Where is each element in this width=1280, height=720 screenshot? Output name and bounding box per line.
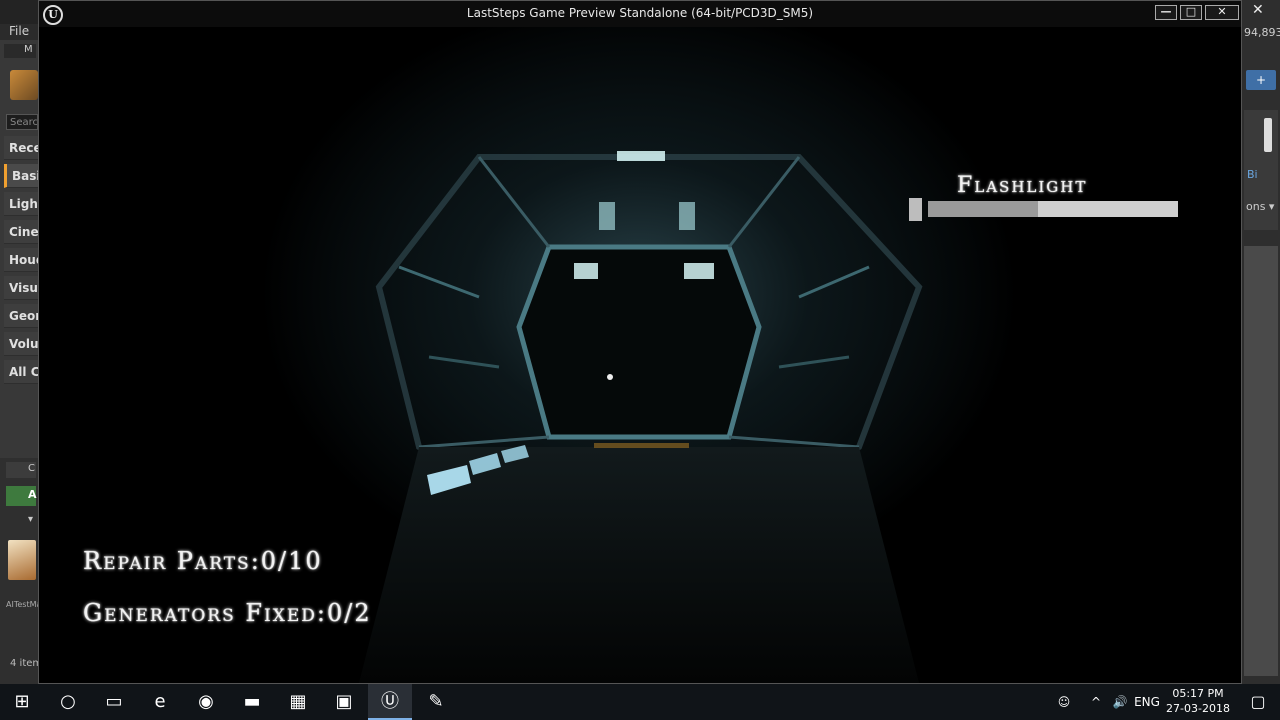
maximize-icon: □ bbox=[1185, 5, 1197, 18]
window-titlebar[interactable]: U LastSteps Game Preview Standalone (64-… bbox=[39, 1, 1241, 27]
unreal-icon[interactable]: Ⓤ bbox=[368, 684, 412, 720]
category-visual[interactable]: Visual bbox=[4, 276, 40, 300]
view-options-dropdown[interactable]: ons ▾ bbox=[1246, 200, 1274, 213]
category-geometry[interactable]: Geometry bbox=[4, 304, 40, 328]
minimize-icon: — bbox=[1160, 5, 1172, 18]
game-viewport[interactable]: Flashlight Repair Parts:0/10 Generators … bbox=[39, 27, 1241, 683]
maximize-button[interactable]: □ bbox=[1180, 5, 1202, 20]
paint-icon[interactable]: ✎ bbox=[414, 684, 458, 720]
content-browser-tab-label: C bbox=[28, 463, 35, 474]
outliner-scrollbar[interactable] bbox=[1264, 118, 1272, 152]
generators-fixed-counter: Generators Fixed:0/2 bbox=[83, 599, 372, 627]
people-icon[interactable]: ☺ bbox=[1044, 684, 1084, 720]
app-icon[interactable]: ▣ bbox=[322, 684, 366, 720]
volume-icon[interactable]: 🔊 bbox=[1108, 684, 1132, 720]
ceiling-light bbox=[574, 263, 598, 279]
store-icon[interactable]: ▦ bbox=[276, 684, 320, 720]
close-icon: ✕ bbox=[1217, 5, 1227, 18]
corridor-inner-frame bbox=[516, 244, 762, 440]
notification-icon[interactable]: ▢ bbox=[1236, 684, 1280, 720]
game-preview-window: U LastSteps Game Preview Standalone (64-… bbox=[38, 0, 1242, 684]
content-browser-tab[interactable]: C bbox=[6, 462, 36, 478]
tray-chevron-icon[interactable]: ^ bbox=[1084, 684, 1108, 720]
add-new-button[interactable]: A bbox=[6, 486, 37, 506]
repair-parts-counter: Repair Parts:0/10 bbox=[83, 547, 323, 575]
corridor-scene bbox=[39, 27, 1241, 683]
ceiling-light bbox=[617, 151, 665, 161]
filter-button[interactable]: ▾ bbox=[6, 514, 36, 528]
content-browser-panel: C A ▾ AITestMap 4 items bbox=[0, 458, 40, 684]
windows-taskbar: ⊞ ○ ▭ e ◉ ▬ ▦ ▣ Ⓤ ✎ ☺ ^ 🔊 ENG 05:17 PM 27-03-2018… bbox=[0, 684, 1280, 720]
ceiling-light bbox=[599, 202, 615, 230]
close-button[interactable]: ✕ bbox=[1205, 5, 1239, 20]
flashlight-meter bbox=[928, 201, 1178, 217]
category-all-classes[interactable]: All Classes bbox=[4, 360, 40, 384]
flashlight-meter-fill bbox=[928, 201, 1038, 217]
chrome-icon[interactable]: ◉ bbox=[184, 684, 228, 720]
modes-tab[interactable]: M bbox=[4, 44, 36, 58]
ceiling-light bbox=[684, 263, 714, 279]
item-count: 4 items bbox=[10, 658, 40, 669]
add-component-button[interactable]: + bbox=[1246, 70, 1276, 90]
clock-time: 05:17 PM bbox=[1172, 687, 1224, 700]
taskbar-clock[interactable]: 05:17 PM 27-03-2018 bbox=[1160, 686, 1236, 716]
details-body bbox=[1244, 246, 1278, 676]
floor-marking bbox=[594, 443, 689, 448]
flashlight-icon bbox=[909, 198, 922, 221]
category-houdini[interactable]: Houdini bbox=[4, 248, 40, 272]
category-cinematic[interactable]: Cinematic bbox=[4, 220, 40, 244]
details-panel: ✕ 94,893 + Bi ons ▾ bbox=[1242, 0, 1280, 684]
start-icon[interactable]: ⊞ bbox=[0, 684, 44, 720]
place-mode-icon[interactable] bbox=[10, 70, 38, 100]
outliner-link[interactable]: Bi bbox=[1247, 168, 1258, 181]
category-lights[interactable]: Lights bbox=[4, 192, 40, 216]
modes-tab-label: M bbox=[24, 44, 33, 55]
language-indicator[interactable]: ENG bbox=[1132, 684, 1162, 720]
window-title: LastSteps Game Preview Standalone (64-bi… bbox=[466, 6, 814, 20]
file-explorer-icon[interactable]: ▬ bbox=[230, 684, 274, 720]
file-menu[interactable]: File bbox=[9, 24, 29, 38]
ceiling-light bbox=[679, 202, 695, 230]
filter-chevron-icon: ▾ bbox=[28, 514, 34, 525]
outliner-panel: Bi ons ▾ bbox=[1244, 110, 1278, 230]
asset-thumbnail[interactable] bbox=[8, 540, 36, 580]
add-new-label: A bbox=[28, 488, 37, 501]
editor-menu-bar: File bbox=[0, 24, 40, 40]
category-volumes[interactable]: Volumes bbox=[4, 332, 40, 356]
flashlight-label: Flashlight bbox=[957, 173, 1088, 198]
category-recent[interactable]: Recent bbox=[4, 136, 40, 160]
task-view-icon[interactable]: ▭ bbox=[92, 684, 136, 720]
clock-date: 27-03-2018 bbox=[1166, 702, 1230, 715]
category-basic[interactable]: Basic bbox=[4, 164, 40, 188]
cortana-icon[interactable]: ○ bbox=[46, 684, 90, 720]
minimize-button[interactable]: — bbox=[1155, 5, 1177, 20]
editor-close-icon[interactable]: ✕ bbox=[1252, 2, 1264, 18]
class-search-input[interactable]: Search bbox=[6, 114, 38, 130]
modes-panel: M Search Recent Basic Lights Cinematic Houdi… bbox=[0, 40, 40, 684]
asset-name: AITestMap bbox=[6, 600, 38, 609]
edge-icon[interactable]: e bbox=[138, 684, 182, 720]
stat-counter: 94,893 bbox=[1244, 26, 1280, 39]
distant-light bbox=[607, 374, 613, 380]
